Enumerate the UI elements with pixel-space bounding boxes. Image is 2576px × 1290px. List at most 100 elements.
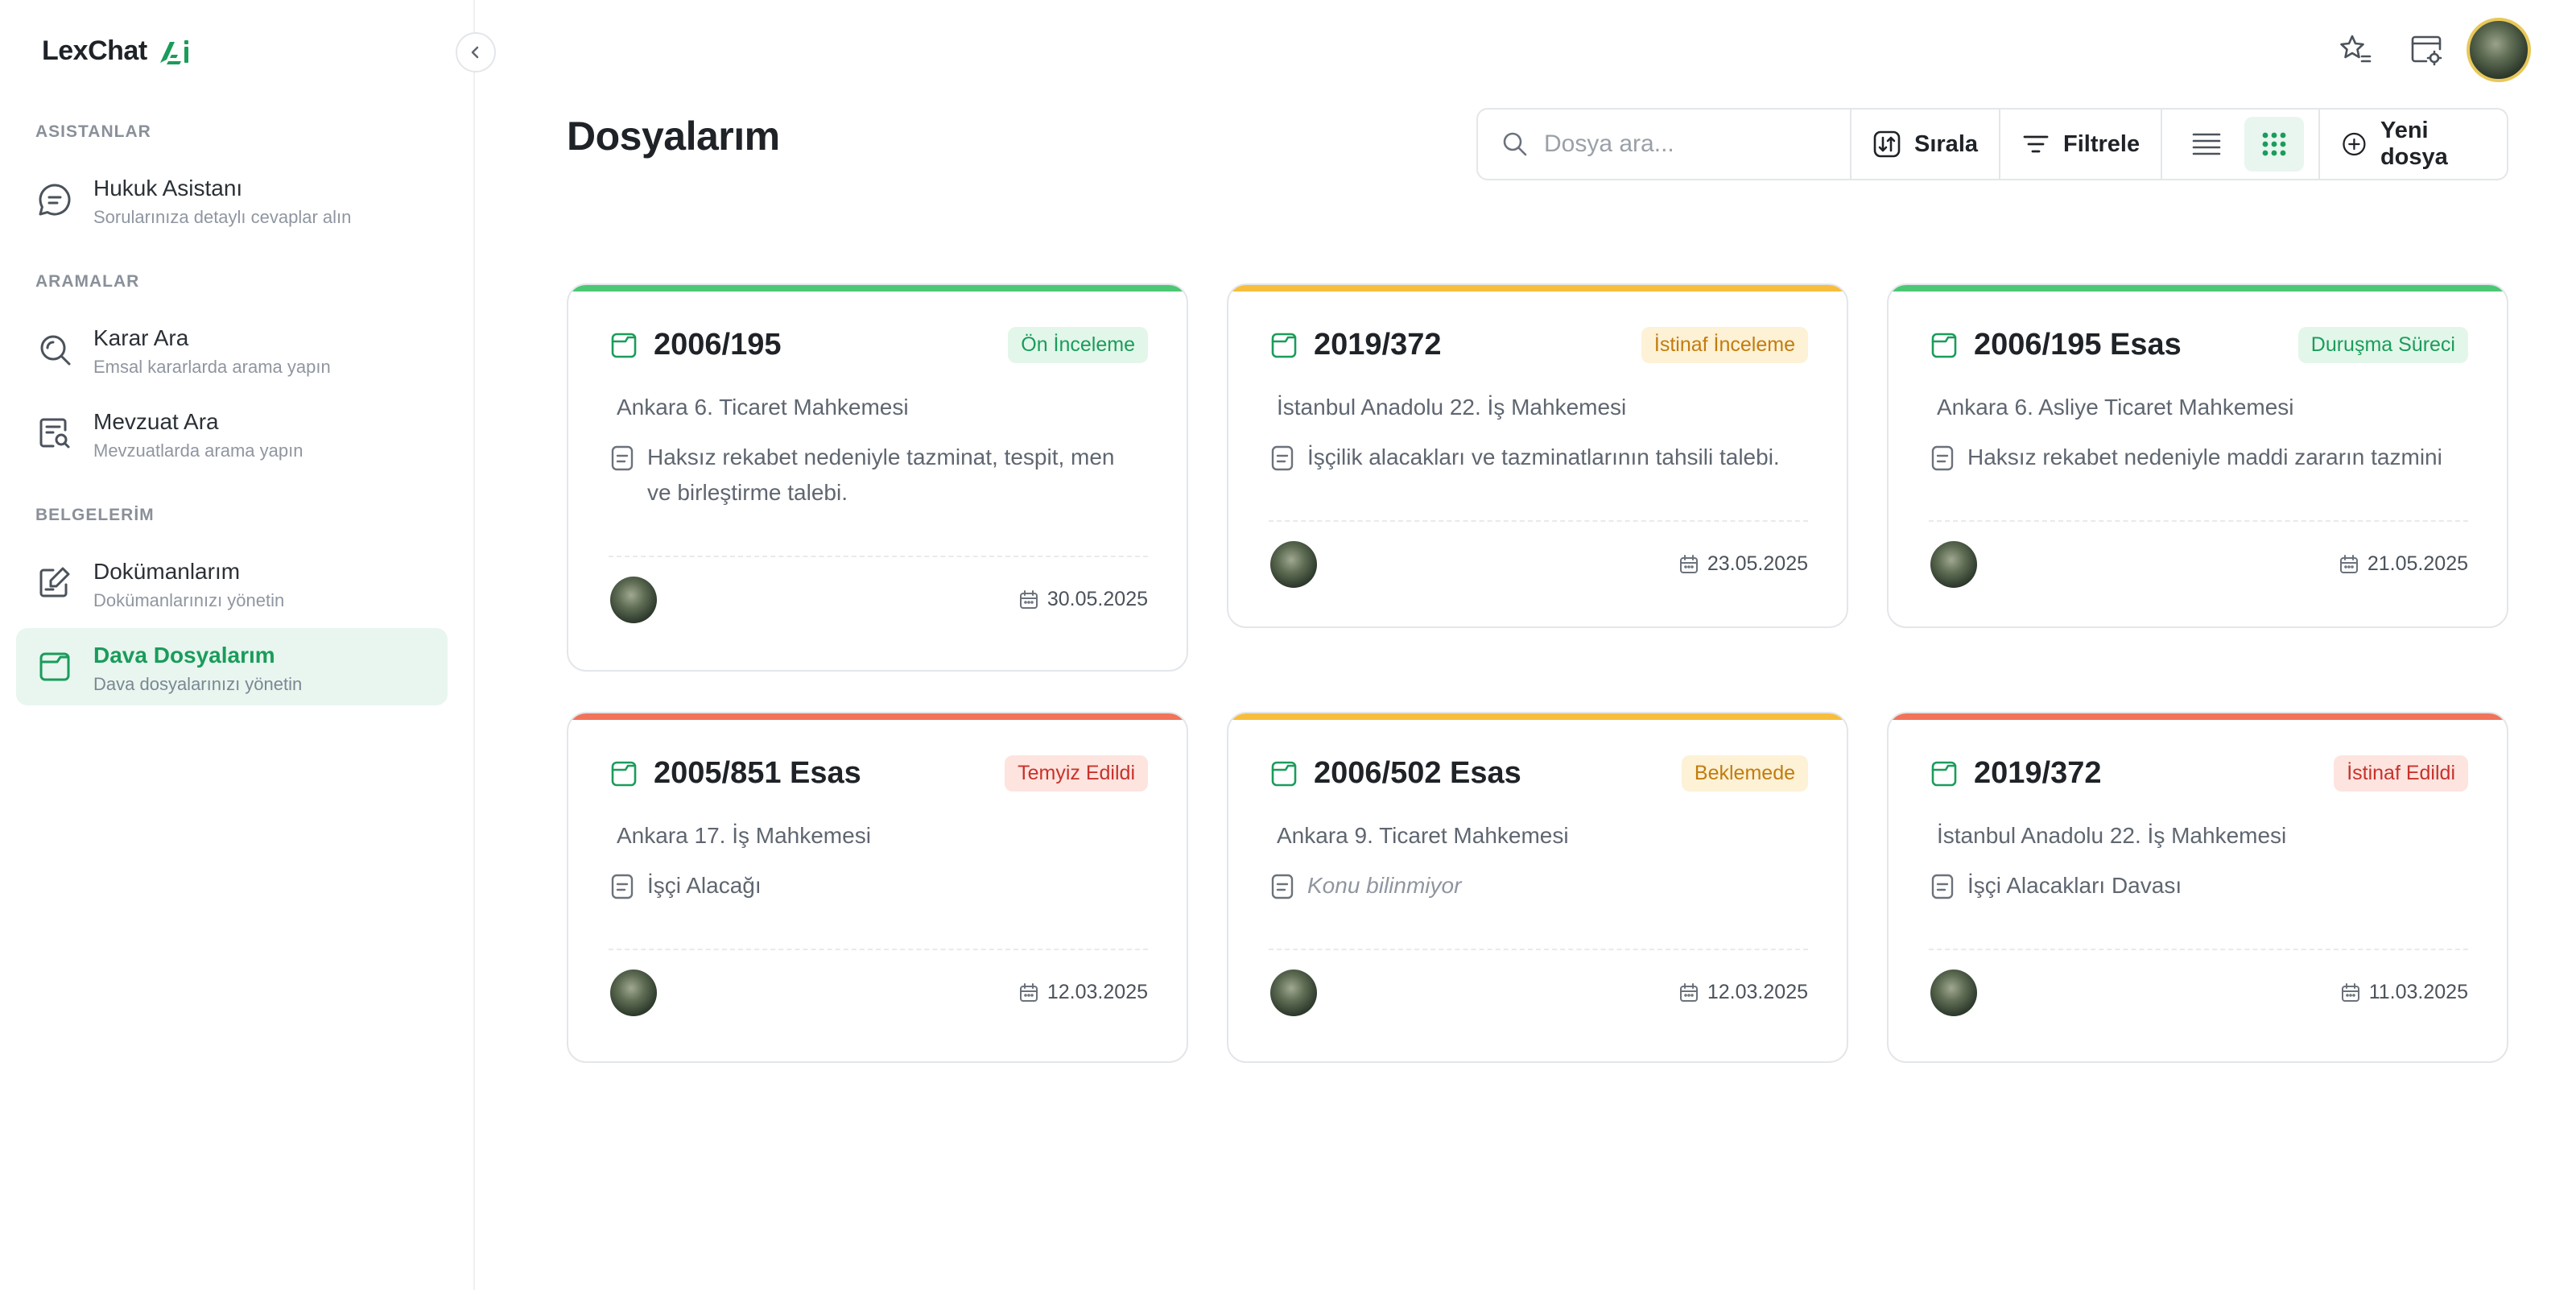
card-divider (1269, 520, 1808, 522)
folder-icon (1931, 333, 1957, 358)
date-text: 30.05.2025 (1046, 588, 1148, 610)
owner-avatar (1270, 970, 1317, 1016)
status-color-bar (1889, 713, 2507, 720)
sidebar-item-decision-search[interactable]: Karar Ara Emsal kararlarda arama yapın (16, 311, 448, 388)
owner-avatar (610, 577, 657, 623)
folder-icon (39, 652, 70, 681)
sort-icon (1873, 130, 1901, 158)
folder-icon (1271, 761, 1297, 786)
collapse-sidebar-button[interactable] (456, 32, 496, 72)
plus-circle-icon (2343, 132, 2366, 156)
favorites-button[interactable] (2336, 31, 2375, 69)
card-title: 2006/502 Esas (1269, 756, 1521, 791)
calendar-icon (1019, 982, 1038, 1002)
ai-logo-icon (159, 39, 188, 64)
document-search-icon (39, 418, 70, 449)
sidebar: LexChat ASISTANLAR Hukuk Asistanı Sorula… (0, 0, 475, 1290)
sidebar-item-sub: Emsal kararlarda arama yapın (93, 357, 331, 377)
date-text: 12.03.2025 (1046, 981, 1148, 1003)
section-title-assistants: ASISTANLAR (35, 122, 151, 141)
case-file-card[interactable]: 2019/372 İstinaf Edildi İstanbul Anadolu… (1887, 712, 2508, 1063)
card-header: 2006/195 Esas Duruşma Süreci (1929, 327, 2468, 363)
sort-button[interactable]: Sırala (1852, 110, 2000, 179)
sidebar-item-label: Mevzuat Ara (93, 409, 219, 434)
section-title-searches: ARAMALAR (35, 272, 140, 291)
court-name: İstanbul Anadolu 22. İş Mahkemesi (1937, 823, 2287, 848)
calendar-icon (1679, 554, 1698, 573)
folder-icon (611, 333, 637, 358)
status-color-bar (1228, 285, 1847, 291)
filter-icon (2023, 135, 2049, 153)
new-file-button[interactable]: Yeni dosya (2320, 110, 2507, 179)
document-icon (1271, 445, 1294, 471)
case-subject: İşçilik alacakları ve tazminatlarının ta… (1270, 440, 1800, 475)
status-badge: Ön İnceleme (1008, 327, 1148, 363)
status-color-bar (1889, 285, 2507, 291)
card-date: 12.03.2025 (1018, 981, 1148, 1004)
app-name: LexChat (42, 35, 147, 66)
card-divider (1929, 949, 2468, 950)
card-divider (1269, 949, 1808, 950)
calendar-icon (2339, 554, 2358, 573)
document-icon (611, 874, 634, 899)
document-edit-icon (39, 567, 70, 597)
date-text: 11.03.2025 (2368, 981, 2468, 1003)
folder-icon (1271, 333, 1297, 358)
sidebar-item-label: Hukuk Asistanı (93, 176, 243, 201)
files-toolbar: Sırala Filtrele Yeni dosya (1476, 108, 2508, 180)
search-input[interactable] (1544, 130, 1850, 158)
card-title: 2019/372 (1269, 328, 1442, 362)
sort-label: Sırala (1914, 130, 1978, 157)
court-name: İstanbul Anadolu 22. İş Mahkemesi (1277, 395, 1627, 420)
subject-text: İşçi Alacakları Davası (1967, 873, 2182, 898)
card-date: 23.05.2025 (1678, 552, 1808, 576)
case-subject: Haksız rekabet nedeniyle tazminat, tespi… (610, 440, 1140, 511)
calendar-icon (2341, 982, 2359, 1002)
case-number: 2019/372 (1314, 328, 1442, 362)
star-list-icon (2340, 35, 2372, 63)
owner-avatar (1930, 970, 1977, 1016)
case-file-card[interactable]: 2019/372 İstinaf İnceleme İstanbul Anado… (1227, 283, 1848, 628)
document-icon (611, 445, 634, 471)
case-number: 2006/502 Esas (1314, 756, 1521, 790)
case-file-card[interactable]: 2005/851 Esas Temyiz Edildi Ankara 17. İ… (567, 712, 1188, 1063)
search-icon (1503, 132, 1527, 156)
sidebar-item-my-documents[interactable]: Dokümanlarım Dokümanlarınızı yönetin (16, 544, 448, 622)
court-name: Ankara 17. İş Mahkemesi (617, 823, 871, 848)
sidebar-item-legislation-search[interactable]: Mevzuat Ara Mevzuatlarda arama yapın (16, 395, 448, 472)
folder-icon (1931, 761, 1957, 786)
settings-window-button[interactable] (2407, 31, 2446, 69)
app-logo[interactable]: LexChat (42, 35, 194, 67)
sidebar-item-case-files[interactable]: Dava Dosyalarım Dava dosyalarınızı yönet… (16, 628, 448, 705)
card-header: 2005/851 Esas Temyiz Edildi (609, 755, 1148, 792)
grid-view-button[interactable] (2244, 117, 2305, 172)
card-divider (1929, 520, 2468, 522)
owner-avatar (1270, 541, 1317, 588)
subject-text: Konu bilinmiyor (1307, 873, 1462, 898)
card-header: 2019/372 İstinaf İnceleme (1269, 327, 1808, 363)
case-file-card[interactable]: 2006/502 Esas Beklemede Ankara 9. Ticare… (1227, 712, 1848, 1063)
date-text: 21.05.2025 (2367, 552, 2468, 575)
user-avatar[interactable] (2467, 18, 2531, 82)
sidebar-item-legal-assistant[interactable]: Hukuk Asistanı Sorularınıza detaylı ceva… (16, 161, 448, 238)
search-icon (40, 335, 71, 366)
case-file-card[interactable]: 2006/195 Esas Duruşma Süreci Ankara 6. A… (1887, 283, 2508, 628)
sidebar-item-label: Dava Dosyalarım (93, 643, 275, 668)
sidebar-item-label: Dokümanlarım (93, 559, 241, 584)
list-view-button[interactable] (2177, 117, 2236, 172)
card-date: 11.03.2025 (2340, 981, 2468, 1004)
list-icon (2192, 133, 2221, 155)
card-divider (609, 556, 1148, 557)
view-toggle (2162, 110, 2321, 179)
owner-avatar (610, 970, 657, 1016)
case-file-card[interactable]: 2006/195 Ön İnceleme Ankara 6. Ticaret M… (567, 283, 1188, 672)
document-icon (1931, 445, 1954, 471)
new-file-label: Yeni dosya (2380, 118, 2448, 170)
subject-text: Haksız rekabet nedeniyle maddi zararın t… (1967, 444, 2442, 469)
case-subject: Haksız rekabet nedeniyle maddi zararın t… (1930, 440, 2460, 475)
status-badge: Duruşma Süreci (2297, 327, 2468, 363)
filter-button[interactable]: Filtrele (2000, 110, 2163, 179)
grid-dots-icon (2262, 132, 2286, 156)
card-title: 2006/195 Esas (1929, 328, 2182, 362)
status-color-bar (568, 285, 1187, 291)
